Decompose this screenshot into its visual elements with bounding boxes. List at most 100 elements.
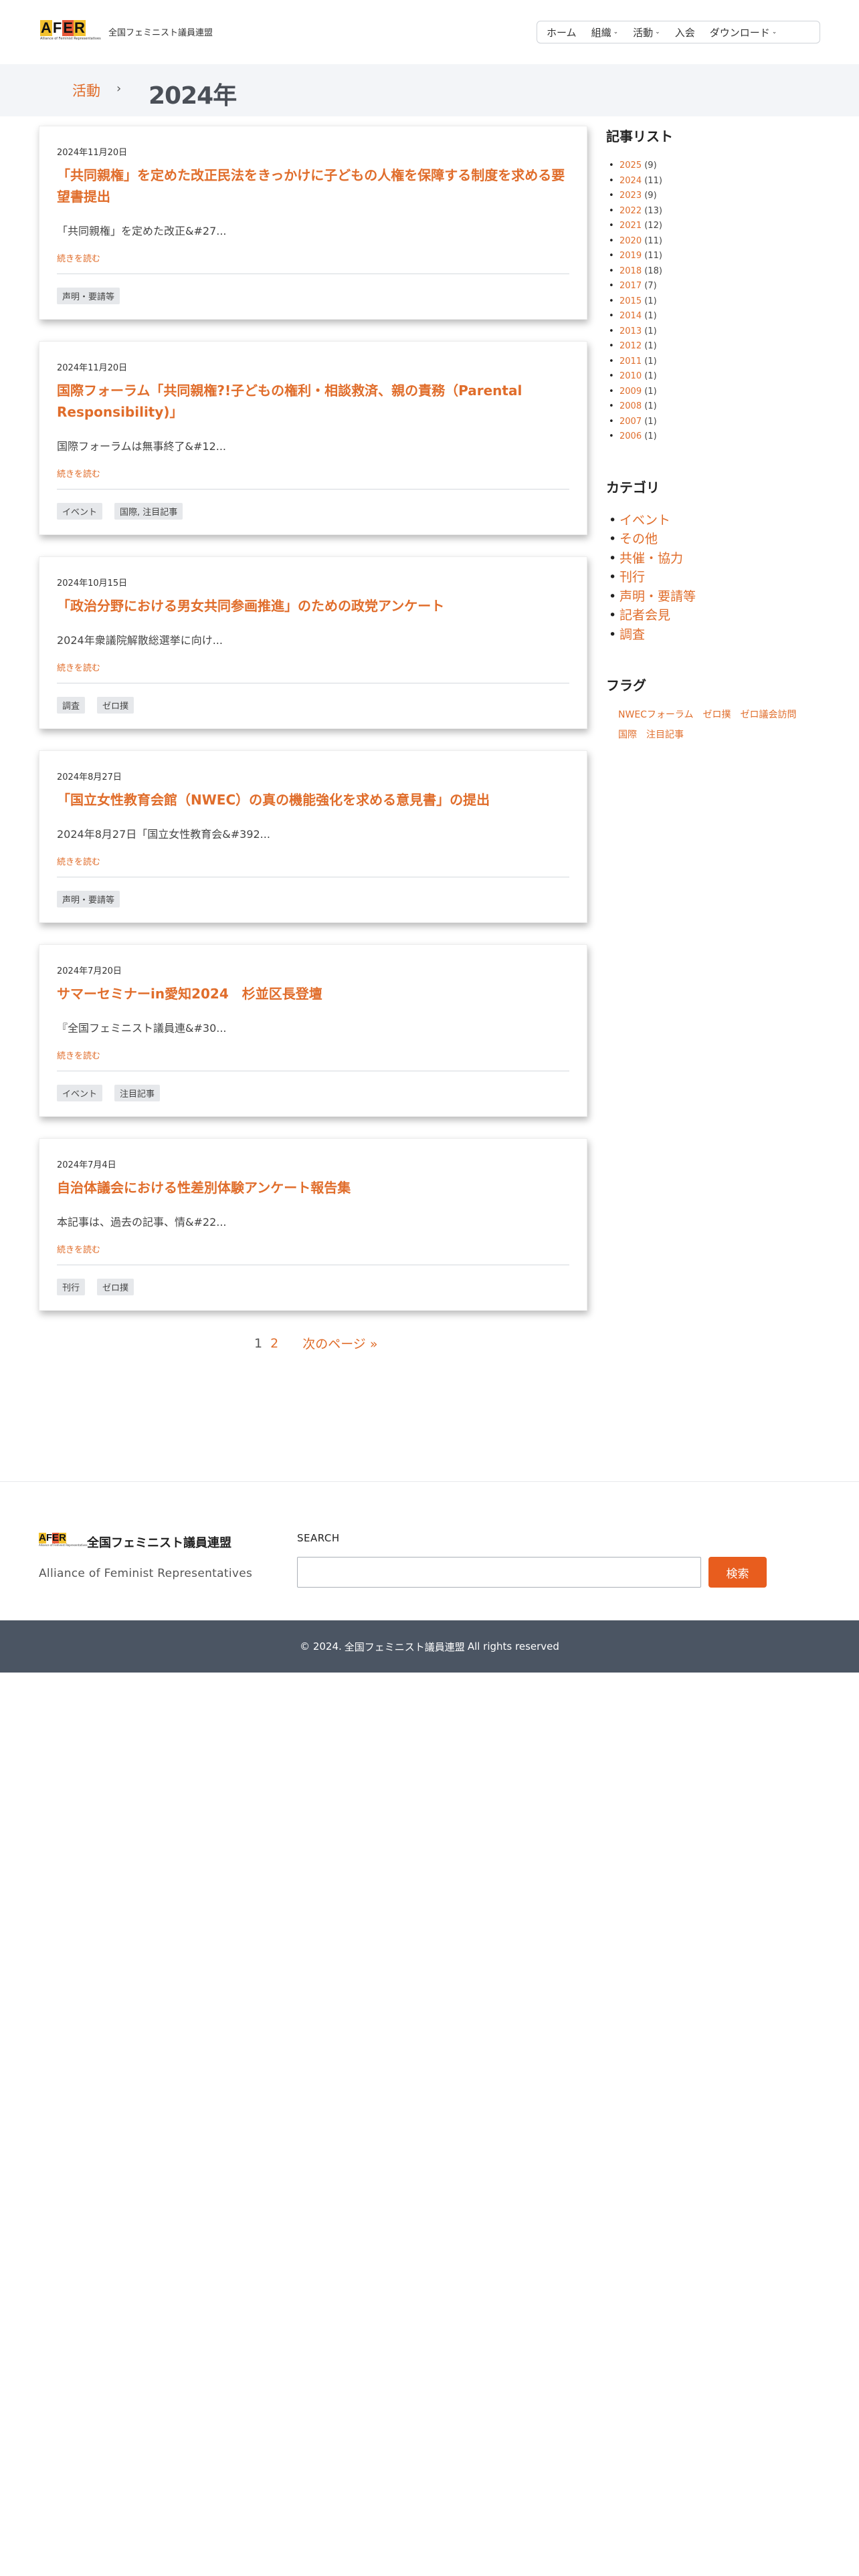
- post-title-link[interactable]: サマーセミナーin愛知2024 杉並区長登壇: [57, 983, 569, 1004]
- divider: [57, 489, 569, 490]
- current-page: 1: [254, 1335, 263, 1351]
- category-link[interactable]: その他: [619, 532, 658, 546]
- archive-year-link[interactable]: 2008: [619, 401, 642, 411]
- read-more-link[interactable]: 続きを読む: [57, 855, 100, 867]
- search-button[interactable]: 検索: [708, 1557, 767, 1588]
- archive-item: 2015 (1): [609, 294, 820, 310]
- archive-count: (9): [644, 160, 657, 171]
- footer-logo[interactable]: A F E R Alliance of Feminist Representat…: [39, 1533, 88, 1547]
- post-tag[interactable]: ゼロ撲: [97, 697, 134, 714]
- nav-item-activities[interactable]: 活動 ⌄: [633, 25, 660, 39]
- post-card: 2024年7月20日 サマーセミナーin愛知2024 杉並区長登壇 『全国フェミ…: [39, 944, 587, 1117]
- archive-year-link[interactable]: 2009: [619, 387, 642, 397]
- read-more-link[interactable]: 続きを読む: [57, 661, 100, 673]
- archive-year-link[interactable]: 2022: [619, 206, 642, 216]
- archive-count: (1): [644, 401, 657, 411]
- copyright-site-link[interactable]: 全国フェミニスト議員連盟: [345, 1640, 465, 1654]
- archive-count: (18): [644, 265, 662, 276]
- category-item: 記者会見: [609, 606, 820, 625]
- footer-divider: [0, 1481, 859, 1482]
- post-tag[interactable]: ゼロ撲: [97, 1279, 134, 1295]
- nav-item-organization[interactable]: 組織 ⌄: [591, 25, 619, 39]
- post-tag[interactable]: 注目記事: [114, 1085, 161, 1101]
- archive-year-link[interactable]: 2021: [619, 221, 642, 231]
- chevron-down-icon: ⌄: [655, 29, 660, 35]
- category-link[interactable]: イベント: [619, 513, 670, 528]
- read-more-link[interactable]: 続きを読む: [57, 1049, 100, 1061]
- archive-year-link[interactable]: 2006: [619, 431, 642, 441]
- archive-item: 2025 (9): [609, 158, 820, 174]
- archive-count: (7): [644, 281, 657, 291]
- post-tags: イベント 国際, 注目記事: [57, 503, 569, 520]
- archive-count: (1): [644, 356, 657, 366]
- post-date: 2024年10月15日: [57, 578, 128, 588]
- footer-org-name: 全国フェミニスト議員連盟: [87, 1536, 231, 1550]
- archive-year-link[interactable]: 2007: [619, 417, 642, 427]
- post-tag[interactable]: 刊行: [57, 1279, 86, 1295]
- nav-item-home[interactable]: ホーム: [547, 25, 577, 39]
- archive-count: (1): [644, 326, 657, 336]
- category-link[interactable]: 共催・協力: [619, 551, 683, 566]
- archive-year-link[interactable]: 2019: [619, 251, 642, 261]
- read-more-link[interactable]: 続きを読む: [57, 467, 100, 479]
- next-page-link[interactable]: 次のページ »: [302, 1334, 377, 1352]
- post-tag[interactable]: 調査: [57, 697, 86, 714]
- read-more-link[interactable]: 続きを読む: [57, 1243, 100, 1255]
- archive-year-link[interactable]: 2020: [619, 236, 642, 246]
- tag-cloud-link[interactable]: ゼロ撲: [703, 708, 731, 721]
- nav-item-label: 組織: [591, 26, 611, 39]
- category-link[interactable]: 刊行: [619, 570, 645, 584]
- archive-count: (1): [644, 371, 657, 381]
- archive-year-link[interactable]: 2012: [619, 341, 642, 351]
- archive-year-link[interactable]: 2024: [619, 176, 642, 186]
- post-tag[interactable]: イベント: [57, 1085, 103, 1101]
- archive-year-link[interactable]: 2018: [619, 266, 642, 276]
- post-title-link[interactable]: 自治体議会における性差別体験アンケート報告集: [57, 1177, 569, 1198]
- tag-cloud-link[interactable]: 注目記事: [646, 728, 684, 741]
- page-link[interactable]: 2: [270, 1336, 278, 1351]
- post-excerpt: 「共同親権」を定めた改正&#27...: [57, 225, 227, 237]
- post-tag[interactable]: 声明・要請等: [57, 891, 120, 907]
- post-date: 2024年8月27日: [57, 772, 122, 782]
- search-input[interactable]: [297, 1557, 701, 1588]
- archive-year-link[interactable]: 2010: [619, 371, 642, 381]
- category-link[interactable]: 記者会見: [619, 608, 670, 623]
- archive-year-link[interactable]: 2025: [619, 160, 642, 171]
- archive-year-link[interactable]: 2015: [619, 296, 642, 306]
- post-date: 2024年7月20日: [57, 966, 122, 976]
- post-title-link[interactable]: 「国立女性教育会館（NWEC）の真の機能強化を求める意見書」の提出: [57, 789, 569, 811]
- post-title-link[interactable]: 国際フォーラム「共同親権?!子どもの権利・相談救済、親の責務（Parental …: [57, 380, 569, 423]
- archive-count: (1): [644, 416, 657, 427]
- archive-item: 2006 (1): [609, 429, 820, 445]
- breadcrumb-parent-link[interactable]: 活動: [72, 80, 100, 100]
- read-more-link[interactable]: 続きを読む: [57, 251, 100, 264]
- post-tag[interactable]: イベント: [57, 503, 103, 520]
- archive-count: (13): [644, 205, 662, 216]
- archive-year-link[interactable]: 2017: [619, 281, 642, 291]
- logo-letter: E: [62, 19, 74, 36]
- tag-cloud-link[interactable]: NWECフォーラム: [618, 708, 694, 721]
- chevron-down-icon: ⌄: [771, 29, 777, 35]
- post-title-link[interactable]: 「共同親権」を定めた改正民法をきっかけに子どもの人権を保障する制度を求める要望書…: [57, 165, 569, 207]
- site-logo[interactable]: A F E R Alliance of Feminist Representat…: [40, 19, 101, 41]
- archive-year-link[interactable]: 2014: [619, 311, 642, 321]
- tag-cloud-link[interactable]: 国際: [618, 728, 637, 741]
- archive-year-link[interactable]: 2013: [619, 326, 642, 336]
- category-link[interactable]: 声明・要請等: [619, 589, 696, 604]
- post-title-link[interactable]: 「政治分野における男女共同参画推進」のための政党アンケート: [57, 595, 569, 617]
- pagination: 1 2 次のページ »: [254, 1334, 377, 1352]
- category-item: 共催・協力: [609, 549, 820, 568]
- post-tag[interactable]: 声明・要請等: [57, 288, 120, 304]
- archive-year-link[interactable]: 2023: [619, 191, 642, 201]
- category-link[interactable]: 調査: [619, 627, 645, 642]
- archive-count: (11): [644, 235, 662, 246]
- post-tag[interactable]: 国際, 注目記事: [114, 503, 183, 520]
- nav-item-download[interactable]: ダウンロード ⌄: [710, 25, 777, 39]
- archive-item: 2020 (11): [609, 234, 820, 249]
- logo-letters: A F E R: [39, 1533, 78, 1543]
- nav-item-join[interactable]: 入会: [675, 25, 695, 39]
- archive-year-link[interactable]: 2011: [619, 356, 642, 366]
- tag-cloud-link[interactable]: ゼロ議会訪問: [741, 708, 797, 721]
- tag-cloud: NWECフォーラム ゼロ撲 ゼロ議会訪問国際 注目記事: [606, 708, 807, 741]
- site-name[interactable]: 全国フェミニスト議員連盟: [108, 25, 213, 38]
